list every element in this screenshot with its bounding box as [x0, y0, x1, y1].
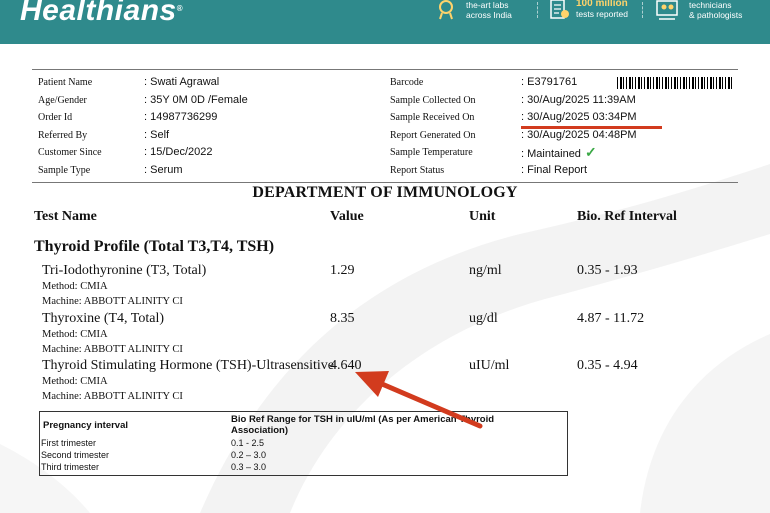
test-method: Method: CMIA	[42, 376, 108, 387]
sample-collected-value: : 30/Aug/2025 11:39AM	[521, 93, 636, 106]
test-ref-interval: 0.35 - 1.93	[577, 263, 638, 278]
logo-trademark: ®	[176, 4, 184, 13]
checkmark-icon: ✓	[584, 144, 597, 160]
info-row: Sample Temperature : Maintained ✓	[390, 144, 735, 162]
age-gender-value: : 35Y 0M 0D /Female	[144, 93, 248, 106]
pregnancy-row: Second trimester 0.2 – 3.0	[41, 450, 561, 461]
stat-reports-count: 100 million	[576, 0, 628, 9]
info-label: Referred By	[38, 129, 88, 141]
test-unit: ng/ml	[469, 263, 502, 278]
trimester-range: 0.1 - 2.5	[231, 438, 265, 448]
barcode-image	[617, 77, 732, 89]
trimester-label: First trimester	[41, 438, 96, 448]
lab-icon	[439, 0, 453, 20]
column-header-test: Test Name	[34, 209, 97, 224]
info-label: Patient Name	[38, 77, 93, 88]
info-row: Order Id : 14987736299	[38, 109, 368, 127]
test-value: 8.35	[330, 311, 355, 326]
info-row: Sample Type : Serum	[38, 162, 368, 180]
info-row: Report Status : Final Report	[390, 162, 735, 180]
brand-header: Healthians® the-art labs across India 10…	[0, 0, 770, 44]
info-bottom-rule	[32, 182, 738, 183]
test-method: Method: CMIA	[42, 281, 108, 292]
column-header-ref: Bio. Ref Interval	[577, 209, 677, 224]
annotation-underline	[521, 126, 662, 129]
info-label: Report Generated On	[390, 129, 476, 141]
profile-title: Thyroid Profile (Total T3,T4, TSH)	[34, 238, 275, 255]
test-name: Thyroxine (T4, Total)	[42, 311, 165, 326]
info-row: Customer Since : 15/Dec/2022	[38, 144, 368, 162]
info-label: Order Id	[38, 112, 73, 123]
info-row: Patient Name : Swati Agrawal	[38, 74, 368, 92]
trimester-range: 0.3 – 3.0	[231, 462, 267, 472]
test-name: Thyroid Stimulating Hormone (TSH)-Ultras…	[42, 358, 335, 373]
column-header-unit: Unit	[469, 209, 496, 224]
test-ref-interval: 4.87 - 11.72	[577, 311, 645, 326]
info-row: Referred By : Self	[38, 127, 368, 145]
pregnancy-column-header: Pregnancy interval	[43, 420, 129, 431]
technicians-icon	[656, 0, 678, 20]
test-method: Method: CMIA	[42, 329, 108, 340]
trimester-label: Third trimester	[41, 462, 100, 472]
tsh-range-column-header: Bio Ref Range for TSH in uIU/ml (As per …	[231, 414, 495, 436]
info-label: Barcode	[390, 77, 424, 88]
report-status-value: : Final Report	[521, 163, 588, 176]
column-header-value: Value	[330, 209, 364, 224]
test-unit: ug/dl	[469, 311, 498, 326]
test-name: Tri-Iodothyronine (T3, Total)	[42, 263, 207, 278]
stat-divider	[537, 2, 539, 18]
info-label: Sample Collected On	[390, 94, 476, 106]
brand-logo[interactable]: Healthians®	[20, 0, 183, 28]
trimester-label: Second trimester	[41, 450, 110, 460]
report-icon	[550, 0, 569, 19]
test-value: 1.29	[330, 263, 355, 278]
info-row: Report Generated On : 30/Aug/2025 04:48PM	[390, 127, 735, 145]
info-row: Sample Received On : 30/Aug/2025 03:34PM	[390, 109, 735, 127]
info-label: Sample Temperature	[390, 147, 473, 158]
report-generated-value: : 30/Aug/2025 04:48PM	[521, 128, 637, 141]
patient-name-value: : Swati Agrawal	[144, 76, 220, 88]
stat-reports-label: tests reported	[576, 9, 628, 19]
barcode-value: : E3791761	[521, 76, 578, 88]
stat-labs-line1: the-art labs	[466, 0, 509, 10]
logo-text: Healthians	[20, 0, 177, 27]
sample-type-value: : Serum	[144, 163, 183, 176]
stat-divider	[642, 2, 644, 18]
test-ref-interval: 0.35 - 4.94	[577, 358, 638, 373]
test-machine: Machine: ABBOTT ALINITY CI	[42, 391, 183, 402]
stat-technicians-line2: & pathologists	[689, 10, 743, 20]
test-unit: uIU/ml	[469, 358, 510, 373]
order-id-value: : 14987736299	[144, 111, 218, 123]
pregnancy-reference-table: Pregnancy interval Bio Ref Range for TSH…	[39, 411, 568, 476]
info-label: Sample Type	[38, 164, 91, 176]
info-top-rule	[32, 69, 738, 70]
referred-by-value: : Self	[144, 128, 170, 141]
test-machine: Machine: ABBOTT ALINITY CI	[42, 296, 183, 307]
info-label: Report Status	[390, 164, 445, 176]
test-machine: Machine: ABBOTT ALINITY CI	[42, 344, 183, 355]
stat-technicians-line1: technicians	[689, 0, 732, 10]
trimester-range: 0.2 – 3.0	[231, 450, 267, 460]
customer-since-value: : 15/Dec/2022	[144, 146, 213, 158]
department-title: DEPARTMENT OF IMMUNOLOGY	[252, 184, 518, 201]
patient-info-left: Patient Name : Swati Agrawal Age/Gender : …	[38, 74, 368, 179]
pregnancy-row: Third trimester 0.3 – 3.0	[41, 462, 561, 473]
test-value: 4.640	[330, 358, 362, 373]
info-label: Age/Gender	[38, 94, 87, 106]
pregnancy-row: First trimester 0.1 - 2.5	[41, 438, 561, 449]
stat-labs-line2: across India	[466, 10, 512, 20]
info-row: Sample Collected On : 30/Aug/2025 11:39AM	[390, 92, 735, 110]
sample-received-value: : 30/Aug/2025 03:34PM	[521, 111, 637, 123]
info-label: Customer Since	[38, 147, 102, 158]
info-label: Sample Received On	[390, 112, 475, 123]
sample-temperature-text: : Maintained	[521, 148, 581, 160]
info-row: Age/Gender : 35Y 0M 0D /Female	[38, 92, 368, 110]
